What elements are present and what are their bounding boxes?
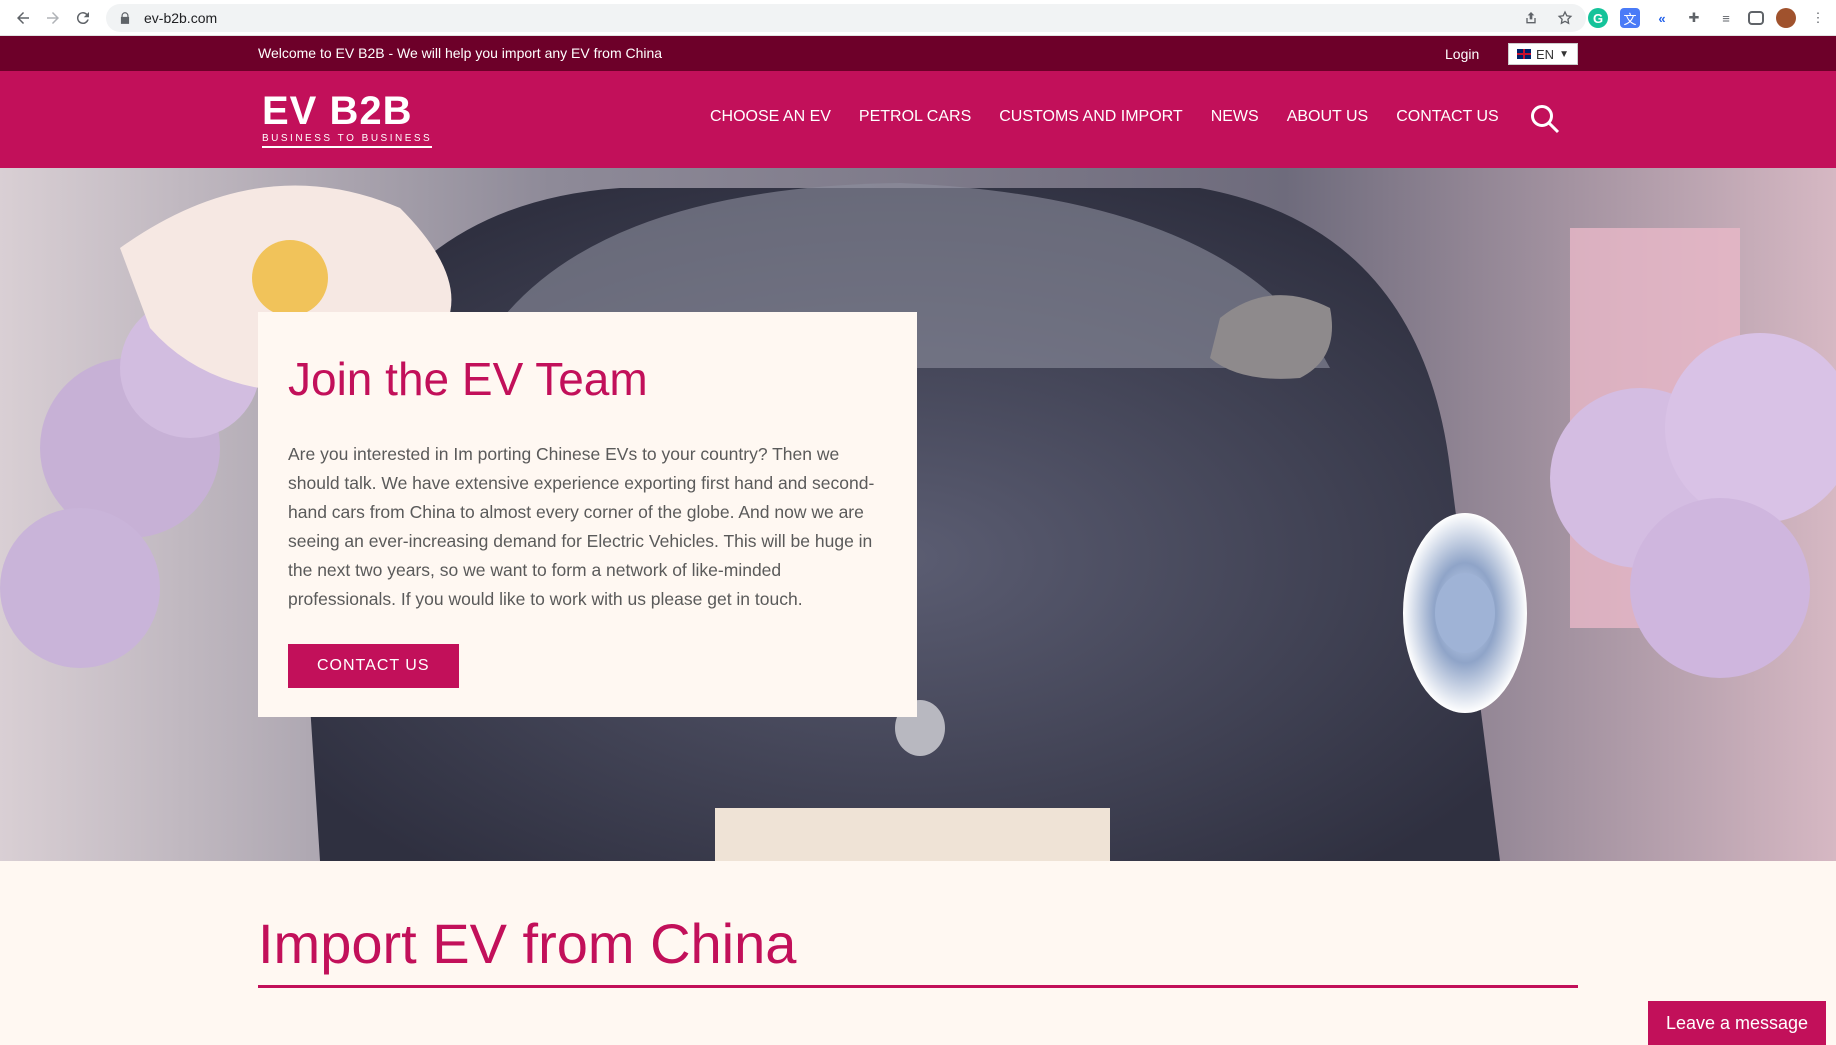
hero-title: Join the EV Team xyxy=(288,353,648,405)
menu-dots-icon[interactable]: ⋮ xyxy=(1808,8,1828,28)
search-icon[interactable] xyxy=(1530,104,1560,134)
nav-choose-an-ev[interactable]: CHOOSE AN EV xyxy=(710,108,831,126)
contact-us-button[interactable]: CONTACT US xyxy=(288,644,459,688)
section-title: Import EV from China xyxy=(258,912,797,975)
puzzle-icon[interactable]: ✚ xyxy=(1684,8,1704,28)
extension-c-icon[interactable]: « xyxy=(1652,8,1672,28)
forward-icon[interactable] xyxy=(38,3,68,33)
logo-main-text: EV B2B xyxy=(262,89,413,133)
avatar[interactable] xyxy=(1776,8,1796,28)
nav-news[interactable]: NEWS xyxy=(1211,108,1259,126)
address-bar[interactable]: ev-b2b.com xyxy=(106,4,1586,32)
language-label: EN xyxy=(1536,46,1555,62)
lock-icon xyxy=(120,12,130,24)
share-icon[interactable] xyxy=(1522,9,1540,27)
site-header: EV B2B BUSINESS TO BUSINESS CHOOSE AN EV… xyxy=(0,71,1836,168)
nav-contact-us[interactable]: CONTACT US xyxy=(1396,108,1499,126)
back-icon[interactable] xyxy=(8,3,38,33)
nav-petrol-cars[interactable]: PETROL CARS xyxy=(859,108,971,126)
side-panel-icon[interactable] xyxy=(1748,11,1764,25)
import-section: Import EV from China Leave a message xyxy=(0,861,1836,1045)
language-selector[interactable]: EN ▼ xyxy=(1508,43,1578,65)
bookmark-star-icon[interactable] xyxy=(1556,9,1574,27)
nav-customs-and-import[interactable]: CUSTOMS AND IMPORT xyxy=(999,108,1182,126)
hero-description: Are you interested in Im porting Chinese… xyxy=(288,444,875,609)
welcome-text: Welcome to EV B2B - We will help you imp… xyxy=(258,45,663,61)
translate-icon[interactable]: 文 xyxy=(1620,8,1640,28)
uk-flag-icon xyxy=(1517,49,1532,59)
hero-banner: Join the EV Team Are you interested in I… xyxy=(0,168,1836,861)
logo-sub-text: BUSINESS TO BUSINESS xyxy=(262,133,433,148)
leave-message-button[interactable]: Leave a message xyxy=(1648,1001,1826,1045)
section-divider xyxy=(258,985,1578,988)
site-logo[interactable]: EV B2B BUSINESS TO BUSINESS xyxy=(262,89,433,148)
reload-icon[interactable] xyxy=(68,3,98,33)
caret-down-icon: ▼ xyxy=(1559,48,1569,60)
grammarly-icon[interactable]: G xyxy=(1588,8,1608,28)
login-link[interactable]: Login xyxy=(1445,46,1479,62)
browser-toolbar: ev-b2b.com G 文 « ✚ ≡ ⋮ xyxy=(0,0,1836,36)
reading-list-icon[interactable]: ≡ xyxy=(1716,8,1736,28)
nav-about-us[interactable]: ABOUT US xyxy=(1287,108,1369,126)
main-nav: CHOOSE AN EV PETROL CARS CUSTOMS AND IMP… xyxy=(710,108,1499,126)
top-bar: Welcome to EV B2B - We will help you imp… xyxy=(0,36,1836,71)
hero-card: Join the EV Team Are you interested in I… xyxy=(258,312,917,717)
url-text: ev-b2b.com xyxy=(144,10,218,26)
